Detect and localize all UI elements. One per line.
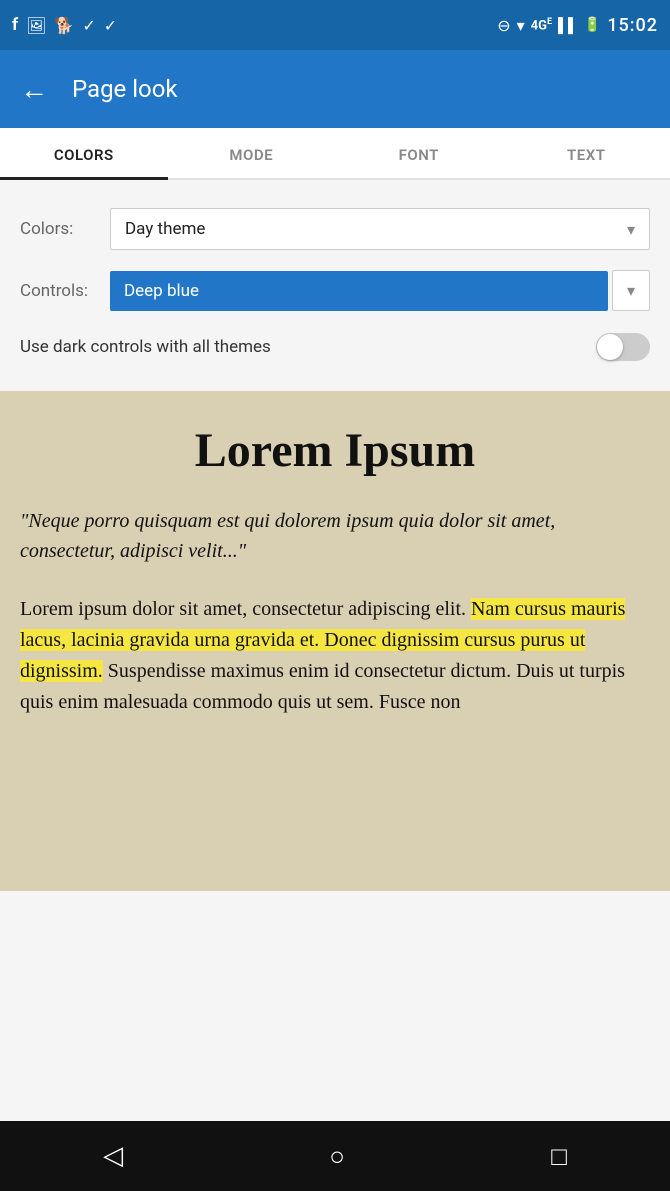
controls-value: Deep blue bbox=[124, 281, 594, 301]
nav-bar: ◁ ○ □ bbox=[0, 1121, 670, 1191]
preview-area: Lorem Ipsum "Neque porro quisquam est qu… bbox=[0, 391, 670, 891]
dark-controls-row: Use dark controls with all themes bbox=[20, 321, 650, 373]
status-time: 15:02 bbox=[607, 15, 658, 36]
status-bar: f 🖼 🐕 ✓ ✓ ⊖ ▾ 4GE ▌▌ 🔋 15:02 bbox=[0, 0, 670, 50]
status-bar-left: f 🖼 🐕 ✓ ✓ bbox=[12, 15, 117, 35]
tab-text[interactable]: TEXT bbox=[503, 128, 670, 178]
battery-icon: 🔋 bbox=[584, 17, 601, 33]
minus-circle-icon: ⊖ bbox=[497, 16, 510, 35]
dark-controls-toggle[interactable] bbox=[596, 333, 650, 361]
preview-title: Lorem Ipsum bbox=[20, 423, 650, 478]
controls-row: Controls: Deep blue ▾ bbox=[20, 260, 650, 321]
app-bar-title: Page look bbox=[72, 75, 178, 103]
toggle-knob bbox=[597, 334, 623, 360]
nav-recents-icon[interactable]: □ bbox=[551, 1141, 567, 1172]
settings-panel: Colors: Day theme ▾ Controls: Deep blue … bbox=[0, 180, 670, 391]
nav-home-icon[interactable]: ○ bbox=[329, 1141, 345, 1172]
dark-controls-label: Use dark controls with all themes bbox=[20, 337, 271, 357]
bookmark-icon: ✓ bbox=[82, 16, 95, 35]
tab-bar: COLORS MODE FONT TEXT bbox=[0, 128, 670, 180]
preview-body: Lorem ipsum dolor sit amet, consectetur … bbox=[20, 594, 650, 718]
back-button[interactable]: ← bbox=[20, 73, 48, 106]
tab-mode[interactable]: MODE bbox=[168, 128, 336, 178]
nav-back-icon[interactable]: ◁ bbox=[103, 1141, 123, 1171]
body-before-highlight: Lorem ipsum dolor sit amet, consectetur … bbox=[20, 598, 471, 620]
colors-dropdown[interactable]: Day theme ▾ bbox=[110, 208, 650, 250]
status-bar-right: ⊖ ▾ 4GE ▌▌ 🔋 15:02 bbox=[497, 15, 658, 36]
controls-dropdown[interactable]: Deep blue bbox=[110, 271, 608, 311]
body-after-highlight: Suspendisse maximus enim id consectetur … bbox=[20, 660, 625, 713]
4g-label: 4GE bbox=[531, 17, 552, 33]
app-bar: ← Page look bbox=[0, 50, 670, 128]
controls-arrow-icon: ▾ bbox=[627, 281, 635, 300]
colors-value: Day theme bbox=[125, 219, 627, 239]
controls-dropdown-arrow-button[interactable]: ▾ bbox=[612, 270, 650, 311]
image-icon: 🖼 bbox=[26, 16, 46, 35]
preview-quote: "Neque porro quisquam est qui dolorem ip… bbox=[20, 506, 650, 566]
colors-label: Colors: bbox=[20, 219, 110, 239]
check-icon: ✓ bbox=[104, 16, 117, 35]
tab-font[interactable]: FONT bbox=[335, 128, 503, 178]
tab-colors[interactable]: COLORS bbox=[0, 128, 168, 178]
signal-icon: ▌▌ bbox=[558, 17, 578, 34]
colors-dropdown-arrow: ▾ bbox=[627, 220, 635, 239]
wifi-icon: ▾ bbox=[517, 16, 525, 35]
colors-row: Colors: Day theme ▾ bbox=[20, 198, 650, 260]
app-icon: 🐕 bbox=[54, 16, 74, 35]
controls-label: Controls: bbox=[20, 281, 110, 301]
facebook-icon: f bbox=[12, 15, 18, 35]
